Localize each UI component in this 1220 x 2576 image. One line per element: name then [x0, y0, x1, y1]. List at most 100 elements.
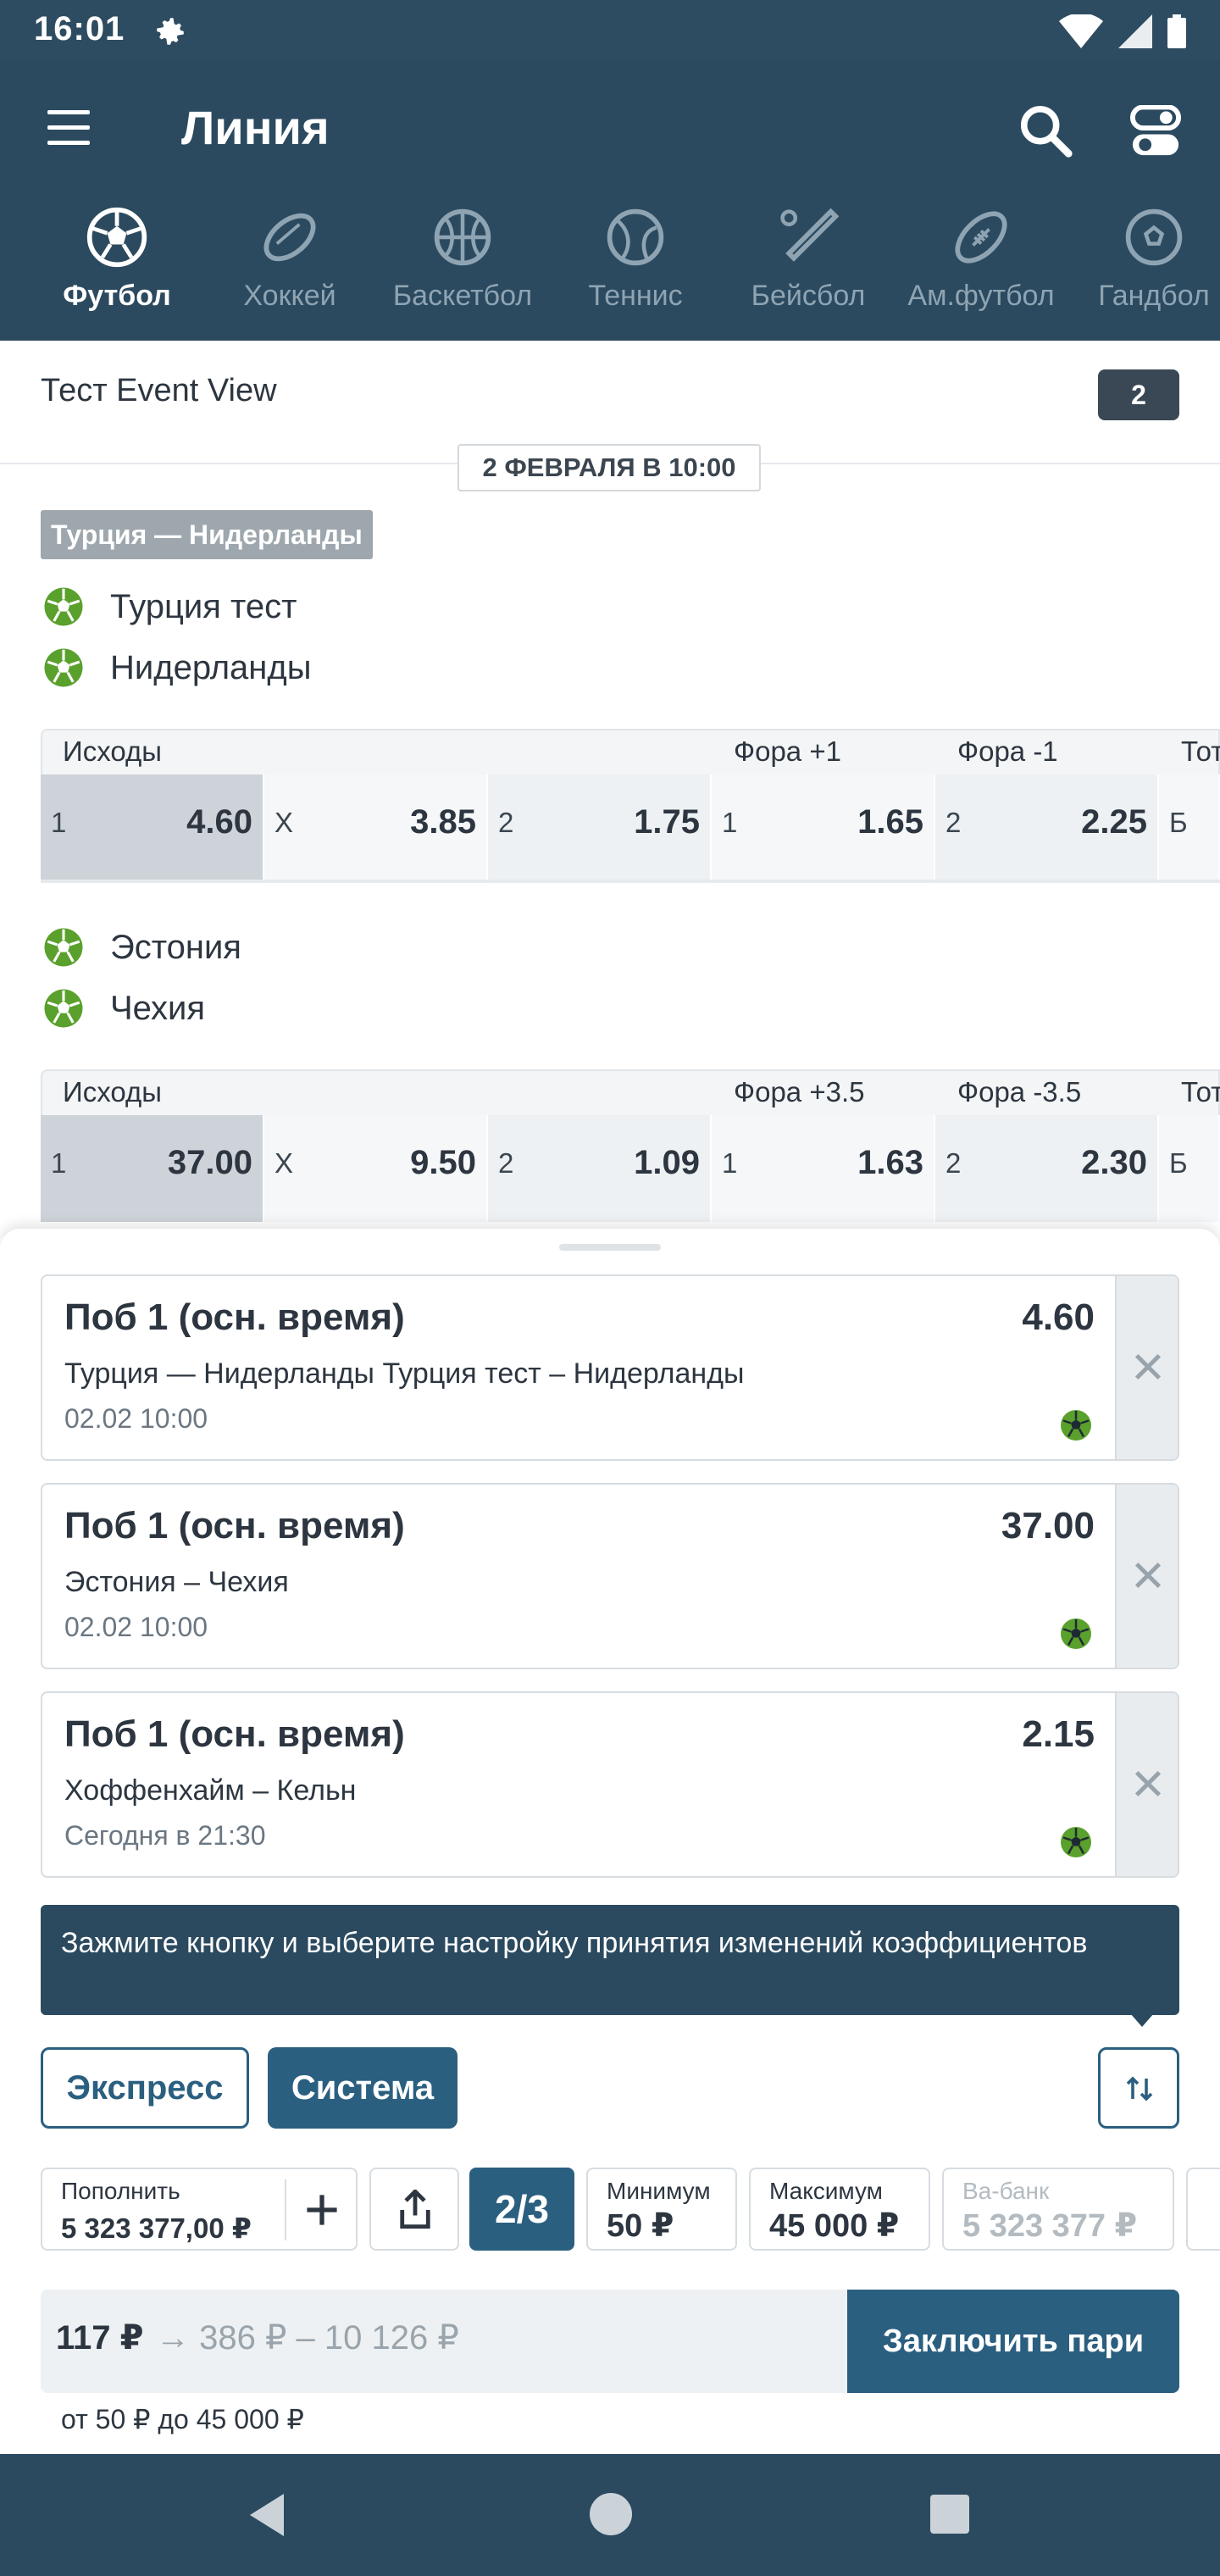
- odd-cell[interactable]: X 3.85: [264, 774, 488, 881]
- bet-match: Турция — Нидерланды Турция тест – Нидерл…: [64, 1357, 745, 1390]
- odd-value: 1.09: [634, 1144, 700, 1181]
- all-in-value: 5 323 377 ₽: [962, 2208, 1138, 2244]
- odd-cell[interactable]: 1 4.60: [41, 774, 264, 881]
- status-time: 16:01: [34, 10, 125, 47]
- odd-cell[interactable]: 1 37.00: [41, 1115, 264, 1222]
- team-row[interactable]: Турция тест: [42, 581, 297, 632]
- bet-name: Поб 1 (осн. время): [64, 1296, 405, 1338]
- search-icon[interactable]: [1017, 102, 1076, 161]
- football-icon: [44, 648, 83, 687]
- system-button[interactable]: Система: [268, 2047, 458, 2129]
- bet-card[interactable]: Поб 1 (осн. время) 2.15 Хоффенхайм – Кел…: [41, 1691, 1179, 1878]
- bet-name: Поб 1 (осн. время): [64, 1713, 405, 1755]
- bet-time: Сегодня в 21:30: [64, 1820, 266, 1851]
- odd-label: Б: [1169, 807, 1188, 838]
- more-tile[interactable]: [1186, 2168, 1220, 2251]
- tab-label: Ам.футбол: [907, 280, 1055, 312]
- home-icon[interactable]: [590, 2493, 632, 2535]
- odds-market: Исходы Фора +3.5 Фора -3.5 Тот 1 37.00 X9…: [41, 1069, 1220, 1225]
- bet-time: 02.02 10:00: [64, 1612, 208, 1642]
- bet-card[interactable]: Поб 1 (осн. время) 37.00 Эстония – Чехия…: [41, 1483, 1179, 1669]
- tab-tennis[interactable]: Теннис: [551, 205, 720, 313]
- bet-odd: 2.15: [1022, 1713, 1095, 1755]
- system-nav-bar: [0, 2454, 1220, 2576]
- tab-baseball[interactable]: Бейсбол: [724, 205, 893, 313]
- odd-cell[interactable]: 1 1.65: [712, 774, 935, 881]
- tennis-icon: [607, 208, 664, 266]
- odd-value: 1.75: [634, 803, 700, 841]
- tab-label: Хоккей: [243, 280, 336, 312]
- odd-label: 1: [722, 807, 738, 838]
- remove-bet-button[interactable]: [1115, 1693, 1178, 1876]
- bet-odd: 4.60: [1022, 1296, 1095, 1338]
- tab-label: Гандбол: [1098, 280, 1210, 312]
- odd-label: X: [274, 1147, 294, 1179]
- bet-match: Хоффенхайм – Кельн: [64, 1774, 357, 1807]
- odd-cell[interactable]: Б: [1159, 774, 1220, 881]
- page-title: Линия: [181, 101, 330, 154]
- back-icon[interactable]: [246, 2491, 288, 2539]
- place-bet-button[interactable]: Заключить пари: [847, 2290, 1179, 2393]
- all-in-tile[interactable]: Ва-банк 5 323 377 ₽: [942, 2168, 1174, 2251]
- plus-icon[interactable]: [303, 2191, 341, 2229]
- stake-limits: от 50 ₽ до 45 000 ₽: [61, 2404, 304, 2434]
- min-stake-tile[interactable]: Минимум 50 ₽: [586, 2168, 737, 2251]
- tab-hockey[interactable]: Хоккей: [205, 205, 374, 313]
- odd-label: 2: [498, 1147, 514, 1179]
- gear-icon: [157, 18, 184, 45]
- menu-icon[interactable]: [47, 110, 90, 149]
- football-icon: [44, 587, 83, 626]
- sheet-drag-handle[interactable]: [559, 1244, 661, 1251]
- max-stake-tile[interactable]: Максимум 45 000 ₽: [749, 2168, 930, 2251]
- bet-card[interactable]: Поб 1 (осн. время) 4.60 Турция — Нидерла…: [41, 1274, 1179, 1461]
- odd-value: 9.50: [410, 1144, 476, 1181]
- odd-cell[interactable]: Б: [1159, 1115, 1220, 1222]
- section-title[interactable]: Тест Event View: [41, 373, 277, 409]
- team-name: Чехия: [110, 989, 206, 1027]
- system-variant-button[interactable]: 2/3: [469, 2168, 574, 2251]
- min-value: 50 ₽: [607, 2208, 674, 2244]
- team-name: Нидерланды: [110, 648, 312, 686]
- odd-label: 1: [51, 1147, 67, 1179]
- share-button[interactable]: [369, 2168, 459, 2251]
- remove-bet-button[interactable]: [1115, 1485, 1178, 1668]
- deposit-tile[interactable]: Пополнить 5 323 377,00 ₽: [41, 2168, 358, 2251]
- tab-basketball[interactable]: Баскетбол: [378, 205, 547, 313]
- odd-label: 2: [498, 807, 514, 838]
- max-value: 45 000 ₽: [769, 2208, 900, 2244]
- stake-field[interactable]: 117 ₽ → 386 ₽ – 10 126 ₽ Заключить пари: [41, 2290, 1179, 2393]
- football-icon: [1061, 1827, 1091, 1857]
- football-icon: [44, 989, 83, 1028]
- sports-tabs: Футбол Хоккей Баскетбол Теннис Бейсбол А…: [0, 205, 1220, 341]
- odd-cell[interactable]: 1 1.63: [712, 1115, 935, 1222]
- tab-handball[interactable]: Гандбол: [1069, 205, 1220, 313]
- odds-market: Исходы Фора +1 Фора -1 Тот 1 4.60 X 3.85 2…: [41, 729, 1220, 885]
- express-button[interactable]: Экспресс: [41, 2047, 249, 2129]
- odd-label: 2: [946, 807, 962, 838]
- potential-win-range: → 386 ₽ – 10 126 ₽: [156, 2319, 459, 2357]
- market-header-outcomes: Исходы: [63, 736, 162, 767]
- system-variant-value: 2/3: [495, 2187, 549, 2231]
- max-label: Максимум: [769, 2178, 883, 2204]
- remove-bet-button[interactable]: [1115, 1276, 1178, 1459]
- odd-value: 1.63: [857, 1144, 923, 1181]
- market-header-total: Тот: [1181, 1076, 1220, 1108]
- team-row[interactable]: Эстония: [42, 922, 241, 973]
- tab-football[interactable]: Футбол: [32, 205, 202, 313]
- recent-apps-icon[interactable]: [930, 2495, 969, 2534]
- tab-american-football[interactable]: Ам.футбол: [896, 205, 1066, 313]
- odd-cell[interactable]: 2 2.30: [935, 1115, 1159, 1222]
- wifi-icon: [1059, 14, 1103, 48]
- odd-cell[interactable]: 2 1.09: [488, 1115, 712, 1222]
- odds-change-tooltip: Зажмите кнопку и выберите настройку прин…: [41, 1905, 1179, 2015]
- team-row[interactable]: Нидерланды: [42, 642, 311, 693]
- odds-change-settings-button[interactable]: [1098, 2047, 1179, 2129]
- odd-cell[interactable]: 2 2.25: [935, 774, 1159, 881]
- odd-value: 4.60: [186, 803, 252, 841]
- tab-label: Футбол: [63, 280, 171, 312]
- team-row[interactable]: Чехия: [42, 983, 205, 1034]
- odd-cell[interactable]: 2 1.75: [488, 774, 712, 881]
- odd-cell[interactable]: X 9.50: [264, 1115, 488, 1222]
- odd-label: X: [274, 807, 294, 838]
- toggle-settings-icon[interactable]: [1130, 105, 1181, 159]
